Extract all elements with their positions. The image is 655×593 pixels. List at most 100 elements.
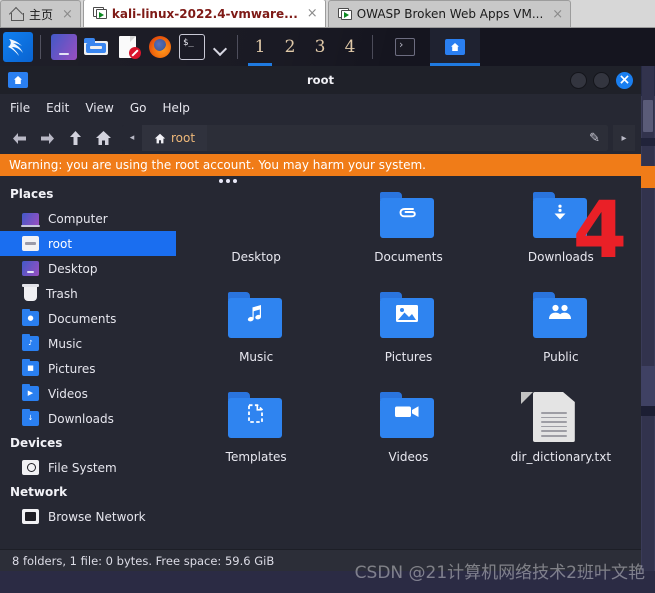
terminal-icon: [395, 38, 415, 56]
sidebar-item-label: Downloads: [48, 411, 114, 426]
vm-screen-icon: [337, 7, 352, 21]
close-icon[interactable]: ×: [307, 6, 318, 21]
sidebar-item-label: Pictures: [48, 361, 96, 376]
vmware-tab-label: OWASP Broken Web Apps VM...: [356, 7, 544, 21]
menu-file[interactable]: File: [10, 101, 30, 115]
sidebar-item-music[interactable]: ♪ Music: [0, 331, 176, 356]
text-file-icon: [520, 392, 589, 442]
file-label: dir_dictionary.txt: [510, 450, 612, 464]
sidebar-item-documents[interactable]: ● Documents: [0, 306, 176, 331]
sidebar-item-videos[interactable]: ▶ Videos: [0, 381, 176, 406]
pencil-icon[interactable]: ✎: [589, 131, 600, 146]
file-item-videos[interactable]: Videos: [332, 386, 484, 486]
breadcrumb-scroll-right[interactable]: ▸: [613, 125, 635, 151]
file-label: Documents: [374, 250, 443, 264]
menu-help[interactable]: Help: [162, 101, 189, 115]
menubar: File Edit View Go Help: [0, 94, 641, 122]
file-item-music[interactable]: Music: [180, 286, 332, 386]
file-grid: Desktop Documents Downloads Music Pictur…: [176, 176, 641, 549]
breadcrumb-label: root: [171, 131, 196, 145]
kali-dragon-logo[interactable]: [3, 32, 33, 62]
show-desktop-icon[interactable]: [51, 34, 77, 60]
computer-icon: [21, 212, 40, 227]
file-item-documents[interactable]: Documents: [332, 186, 484, 286]
file-label: Templates: [225, 450, 287, 464]
file-label: Desktop: [231, 250, 281, 264]
videos-folder-icon: [380, 392, 436, 442]
close-icon[interactable]: ×: [62, 7, 73, 22]
sidebar-item-file-system[interactable]: File System: [0, 455, 176, 480]
downloads-folder-icon: ↓: [22, 408, 39, 426]
home-icon: [154, 133, 166, 143]
workspace-3[interactable]: 3: [305, 28, 335, 66]
disk-icon: [22, 460, 39, 475]
warning-text: Warning: you are using the root account.…: [9, 158, 426, 172]
window-titlebar[interactable]: root: [0, 66, 641, 94]
breadcrumb-item-root[interactable]: root: [142, 125, 208, 151]
vmware-tab-label: 主页: [29, 7, 54, 22]
vmware-tab-kali-linux[interactable]: kali-linux-2022.4-vmware... ×: [82, 0, 326, 27]
chevron-down-icon[interactable]: [210, 34, 230, 60]
file-item-desktop[interactable]: Desktop: [180, 179, 332, 286]
file-item-templates[interactable]: Templates: [180, 386, 332, 486]
firefox-icon[interactable]: [147, 34, 173, 60]
sidebar-item-root[interactable]: root: [0, 231, 176, 256]
workspace-1[interactable]: 1: [245, 28, 275, 66]
file-item-pictures[interactable]: Pictures: [332, 286, 484, 386]
vm-screen-icon: [92, 7, 107, 20]
menu-view[interactable]: View: [85, 101, 113, 115]
maximize-button[interactable]: [593, 71, 610, 89]
file-item-dir-dictionary[interactable]: dir_dictionary.txt: [485, 386, 637, 486]
workspace-4[interactable]: 4: [335, 28, 365, 66]
workspace-2[interactable]: 2: [275, 28, 305, 66]
back-icon[interactable]: [6, 125, 32, 151]
file-label: Videos: [388, 450, 429, 464]
path-entry-area[interactable]: ✎: [207, 125, 608, 151]
close-icon[interactable]: ×: [552, 7, 563, 22]
close-button[interactable]: [616, 71, 633, 89]
file-manager-window-button[interactable]: [430, 28, 480, 66]
vmware-tab-strip: 主页 × kali-linux-2022.4-vmware... × OWASP…: [0, 0, 655, 28]
terminal-window-button[interactable]: [380, 28, 430, 66]
file-manager-icon[interactable]: [83, 34, 109, 60]
kali-taskbar: 1 2 3 4: [0, 28, 655, 66]
sidebar-item-label: Desktop: [48, 261, 98, 276]
file-label: Public: [543, 350, 579, 364]
desktop-tile-icon: [219, 179, 284, 242]
desktop-icon: [22, 261, 39, 276]
background-window-sliver: [641, 66, 655, 571]
sidebar-item-browse-network[interactable]: Browse Network: [0, 504, 176, 529]
text-editor-icon[interactable]: [115, 34, 141, 60]
vmware-tab-owasp-bwa[interactable]: OWASP Broken Web Apps VM... ×: [327, 0, 572, 27]
music-folder-icon: ♪: [22, 333, 39, 351]
screen: 主页 × kali-linux-2022.4-vmware... × OWASP…: [0, 0, 655, 593]
window-body: Places Computer root Desktop Trash ● Doc…: [0, 176, 641, 549]
file-item-public[interactable]: Public: [485, 286, 637, 386]
scrollbar-thumb[interactable]: [643, 100, 653, 132]
menu-go[interactable]: Go: [130, 101, 147, 115]
sidebar-item-downloads[interactable]: ↓ Downloads: [0, 406, 176, 431]
forward-icon[interactable]: [34, 125, 60, 151]
home-icon[interactable]: [90, 125, 116, 151]
menu-edit[interactable]: Edit: [46, 101, 69, 115]
up-icon[interactable]: [62, 125, 88, 151]
trash-icon: [22, 284, 39, 301]
terminal-icon[interactable]: [179, 34, 205, 60]
sidebar-item-label: Computer: [48, 211, 108, 226]
pictures-folder-icon: ■: [22, 358, 39, 376]
sidebar-item-pictures[interactable]: ■ Pictures: [0, 356, 176, 381]
window-title: root: [307, 73, 334, 87]
home-folder-icon: [22, 236, 39, 251]
breadcrumb: ◂ root ✎: [122, 125, 608, 151]
divider: [40, 35, 41, 59]
vmware-tab-home[interactable]: 主页 ×: [0, 0, 81, 27]
window-controls: [570, 71, 633, 89]
sidebar-item-computer[interactable]: Computer: [0, 206, 176, 231]
documents-folder-icon: [380, 192, 436, 242]
minimize-button[interactable]: [570, 71, 587, 89]
breadcrumb-scroll-left[interactable]: ◂: [122, 125, 142, 151]
sidebar-item-label: File System: [48, 460, 117, 475]
sidebar-item-trash[interactable]: Trash: [0, 281, 176, 306]
sidebar-item-desktop[interactable]: Desktop: [0, 256, 176, 281]
public-folder-icon: [532, 292, 589, 342]
